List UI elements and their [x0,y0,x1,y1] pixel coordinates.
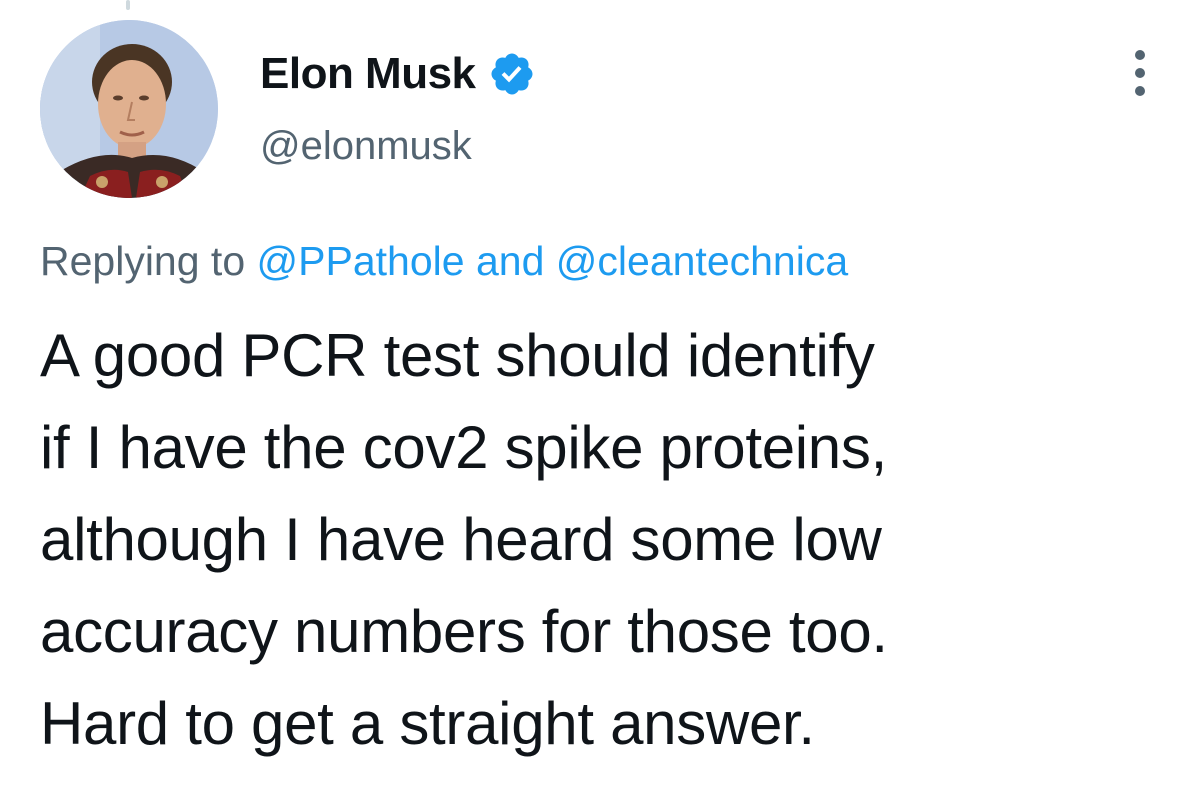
profile-photo [40,20,218,198]
author-display-name[interactable]: Elon Musk [260,49,476,99]
more-options-icon[interactable] [1132,50,1148,96]
tweet-text-line: A good PCR test should identify [40,322,875,389]
menu-dot [1135,86,1145,96]
menu-dot [1135,50,1145,60]
reply-context: Replying to @PPathole and @cleantechnica [40,238,848,285]
tweet-text-line: accuracy numbers for those too. [40,598,888,665]
tweet-text-line: although I have heard some low [40,506,882,573]
tweet-text-line: if I have the cov2 spike proteins, [40,414,887,481]
verified-badge-icon[interactable] [488,50,536,98]
tweet-author: Elon Musk @elonmusk [260,44,536,169]
mention-link[interactable]: @cleantechnica [556,238,848,284]
reply-prefix: Replying to [40,238,246,284]
author-handle[interactable]: @elonmusk [260,124,536,169]
thread-connector-line [126,0,130,10]
mention-link[interactable]: @PPathole [257,238,465,284]
author-name-row: Elon Musk [260,44,536,104]
mention-joiner: and [475,238,545,284]
tweet-text: A good PCR test should identify if I hav… [40,310,1180,770]
tweet-text-line: Hard to get a straight answer. [40,690,815,757]
menu-dot [1135,68,1145,78]
avatar[interactable] [40,20,218,198]
